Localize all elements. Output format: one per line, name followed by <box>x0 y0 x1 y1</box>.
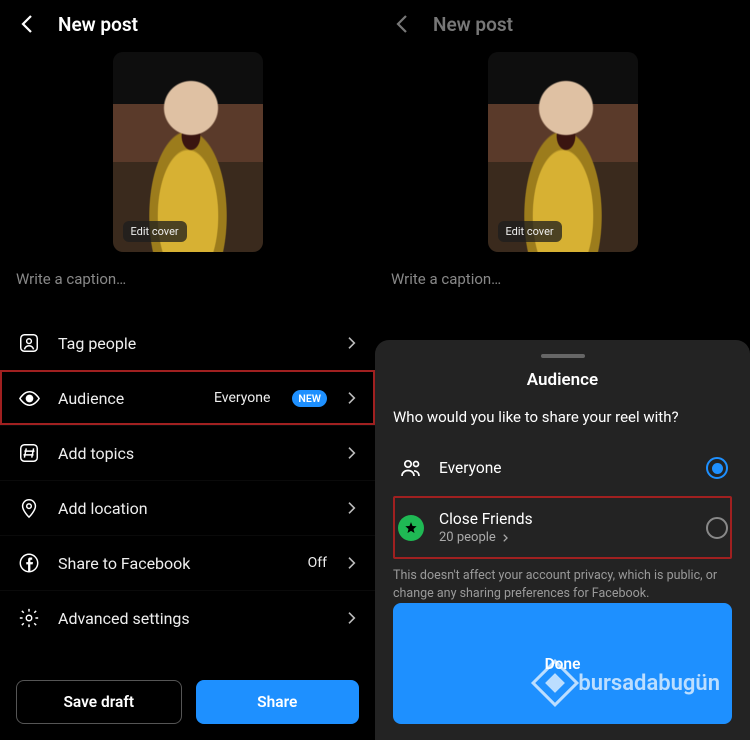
option-audience[interactable]: Audience Everyone NEW <box>0 370 375 425</box>
cover-preview[interactable]: Edit cover <box>113 52 263 252</box>
option-label: Share to Facebook <box>58 554 292 573</box>
header: New post <box>375 0 750 48</box>
audience-option-close-friends[interactable]: Close Friends 20 people <box>393 496 732 559</box>
new-post-screen-left: New post Edit cover Write a caption… Tag… <box>0 0 375 740</box>
edit-cover-button[interactable]: Edit cover <box>498 221 562 242</box>
gear-icon <box>16 605 42 631</box>
radio-unselected[interactable] <box>706 517 728 539</box>
option-label: Add topics <box>58 444 327 463</box>
radio-selected[interactable] <box>706 457 728 479</box>
cover-preview-wrap: Edit cover <box>0 52 375 252</box>
arrow-left-icon <box>391 12 415 36</box>
option-label: Advanced settings <box>58 609 327 628</box>
edit-cover-button[interactable]: Edit cover <box>123 221 187 242</box>
chevron-right-icon <box>500 533 510 543</box>
watermark: bursadabugün <box>538 666 720 700</box>
option-add-location[interactable]: Add location <box>0 480 375 535</box>
option-tag-people[interactable]: Tag people <box>0 316 375 370</box>
back-button[interactable] <box>14 10 42 38</box>
audience-option-text: Close Friends 20 people <box>439 510 692 545</box>
header: New post <box>0 0 375 48</box>
star-icon <box>404 521 418 535</box>
page-title: New post <box>58 13 138 36</box>
option-label: Tag people <box>58 334 327 353</box>
post-options: Tag people Audience Everyone NEW Add top… <box>0 316 375 645</box>
hashtag-icon <box>16 440 42 466</box>
audience-option-everyone[interactable]: Everyone <box>393 440 732 496</box>
chevron-right-icon <box>343 500 359 516</box>
cover-preview[interactable]: Edit cover <box>488 52 638 252</box>
watermark-text: bursadabugün <box>578 671 720 696</box>
sheet-title: Audience <box>393 370 732 390</box>
sheet-subtitle: Who would you like to share your reel wi… <box>393 408 732 426</box>
share-button[interactable]: Share <box>196 680 360 724</box>
people-icon <box>397 454 425 482</box>
facebook-icon <box>16 550 42 576</box>
bottom-action-bar: Save draft Share <box>0 664 375 740</box>
option-value: Everyone <box>214 390 270 406</box>
arrow-left-icon <box>16 12 40 36</box>
close-friends-count: 20 people <box>439 530 496 545</box>
audience-option-title: Everyone <box>439 459 692 477</box>
audience-option-sub[interactable]: 20 people <box>439 530 692 545</box>
cover-preview-wrap: Edit cover <box>375 52 750 252</box>
option-add-topics[interactable]: Add topics <box>0 425 375 480</box>
chevron-right-icon <box>343 610 359 626</box>
done-button[interactable]: Done <box>393 603 732 724</box>
option-label: Audience <box>58 389 198 408</box>
chevron-right-icon <box>343 390 359 406</box>
sheet-note: This doesn't affect your account privacy… <box>393 567 732 603</box>
chevron-right-icon <box>343 335 359 351</box>
close-friends-icon <box>397 514 425 542</box>
audience-option-text: Everyone <box>439 459 692 477</box>
page-title: New post <box>433 13 513 36</box>
option-label: Add location <box>58 499 327 518</box>
save-draft-button[interactable]: Save draft <box>16 680 182 724</box>
chevron-right-icon <box>343 555 359 571</box>
person-icon <box>16 330 42 356</box>
caption-input[interactable]: Write a caption… <box>0 252 375 306</box>
new-post-screen-right: New post Edit cover Write a caption… Aud… <box>375 0 750 740</box>
eye-icon <box>16 385 42 411</box>
back-button[interactable] <box>389 10 417 38</box>
option-share-facebook[interactable]: Share to Facebook Off <box>0 535 375 590</box>
audience-option-title: Close Friends <box>439 510 692 528</box>
chevron-right-icon <box>343 445 359 461</box>
option-advanced-settings[interactable]: Advanced settings <box>0 590 375 645</box>
watermark-logo-icon <box>531 659 579 707</box>
location-icon <box>16 495 42 521</box>
sheet-grabber[interactable] <box>541 354 585 358</box>
option-value: Off <box>308 555 327 571</box>
caption-input[interactable]: Write a caption… <box>375 252 750 306</box>
new-badge: NEW <box>292 390 327 407</box>
